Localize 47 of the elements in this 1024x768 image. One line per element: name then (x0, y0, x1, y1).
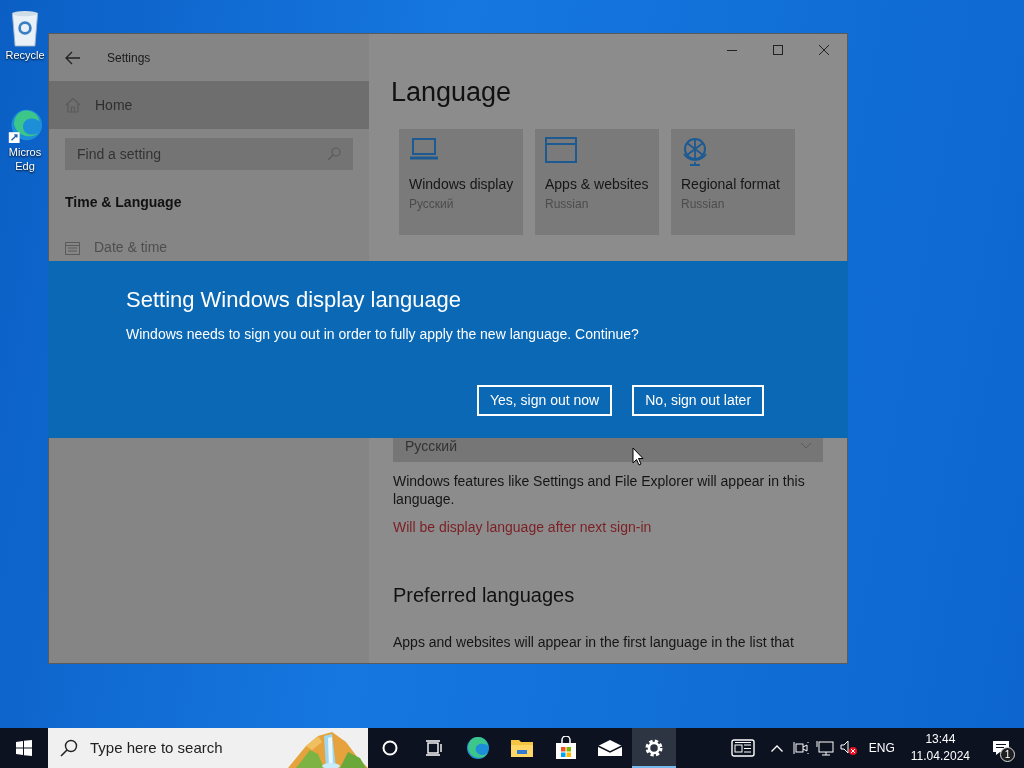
news-icon[interactable] (730, 739, 755, 757)
chevron-up-icon[interactable] (770, 744, 783, 752)
globe-icon (681, 137, 709, 167)
notification-count-badge: 1 (1000, 747, 1015, 762)
status-text: Will be display language after next sign-in (393, 518, 653, 537)
dialog-message: Windows needs to sign you out in order to fully apply the new language. Continue? (126, 325, 640, 344)
settings-icon (644, 738, 664, 758)
edge-icon (466, 736, 490, 760)
taskbar-search-box[interactable]: Type here to search (48, 728, 368, 768)
dialog-button[interactable]: Yes, sign out now (477, 385, 613, 416)
calendar-icon (65, 240, 80, 255)
search-field[interactable]: Find a setting (65, 138, 353, 170)
windows-logo-icon (16, 740, 32, 756)
search-icon (60, 739, 78, 757)
folder-icon (510, 738, 534, 758)
network-icon[interactable] (815, 740, 834, 756)
description-text: Apps and websites will appear in the first language in the list that (393, 633, 795, 652)
close-icon (819, 45, 829, 55)
desktop-icon-label: Micros (8, 145, 42, 159)
muted-speaker-icon[interactable] (839, 740, 858, 756)
camera-icon[interactable] (792, 740, 809, 756)
task-view-icon (425, 740, 443, 756)
minimize-icon (727, 49, 737, 51)
notification-button[interactable]: 1 (978, 728, 1024, 768)
back-arrow-icon[interactable] (65, 50, 81, 65)
dialog-title: Setting Windows display language (126, 286, 463, 314)
language-indicator[interactable]: ENG (860, 739, 903, 757)
window-icon (545, 137, 577, 163)
window-title: Settings (107, 49, 151, 67)
shopping-bag-icon (555, 736, 577, 760)
page-heading: Language (391, 76, 513, 108)
dialog-button[interactable]: No, sign out later (632, 385, 765, 416)
desktop-icon-label: Recycle (5, 48, 45, 62)
maximize-icon (773, 45, 783, 55)
mail-icon (597, 739, 623, 757)
chevron-down-icon (801, 443, 811, 449)
search-icon (327, 147, 341, 161)
laptop-icon (409, 137, 439, 161)
desktop-icon-label: Edg (14, 159, 36, 173)
clock[interactable]: 13:44 11.04.2024 (902, 731, 978, 765)
mouse-cursor-icon (632, 447, 644, 466)
section-heading: Preferred languages (393, 583, 576, 608)
circle-icon (382, 740, 398, 756)
home-nav-item[interactable]: Home (49, 81, 369, 129)
description-text: Windows features like Settings and File Explorer will appear in this language. (393, 472, 806, 508)
taskbar-app-button[interactable] (632, 728, 676, 768)
section-heading: Time & Language (64, 193, 183, 212)
